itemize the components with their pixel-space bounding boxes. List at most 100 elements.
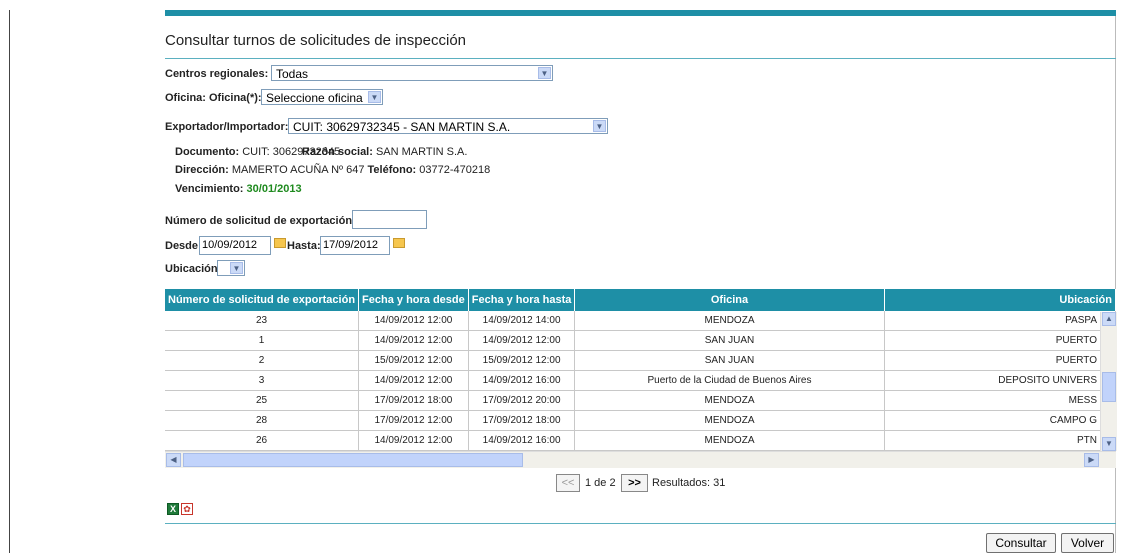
- results-table: Número de solicitud de exportación Fecha…: [165, 289, 1116, 451]
- hasta-input[interactable]: 17/09/2012: [320, 236, 390, 255]
- cell-numero: 3: [165, 370, 360, 391]
- cell-desde: 14/09/2012 12:00: [358, 311, 469, 331]
- cell-numero: 23: [165, 311, 360, 331]
- direccion-row: Dirección: MAMERTO ACUÑA Nº 647 Teléfono…: [175, 164, 490, 176]
- col-header-hasta[interactable]: Fecha y hora hasta: [468, 289, 576, 311]
- scroll-right-icon[interactable]: ▶: [1084, 453, 1099, 467]
- vencimiento-label: Vencimiento:: [175, 183, 244, 195]
- numero-input[interactable]: [352, 210, 427, 229]
- col-header-oficina[interactable]: Oficina: [574, 289, 885, 311]
- table-row[interactable]: 28 17/09/2012 12:00 17/09/2012 18:00 MEN…: [165, 410, 1116, 431]
- excel-export-icon[interactable]: X: [167, 503, 179, 515]
- cell-hasta: 14/09/2012 16:00: [468, 370, 576, 391]
- cell-hasta: 14/09/2012 14:00: [468, 311, 576, 331]
- col-header-desde[interactable]: Fecha y hora desde: [358, 289, 469, 311]
- cell-hasta: 14/09/2012 16:00: [468, 430, 576, 451]
- direccion-label: Dirección:: [175, 164, 229, 176]
- page-title: Consultar turnos de solicitudes de inspe…: [165, 32, 467, 49]
- desde-input[interactable]: 10/09/2012: [199, 236, 271, 255]
- pager-next-button[interactable]: >>: [621, 474, 648, 492]
- cell-desde: 17/09/2012 18:00: [358, 390, 469, 411]
- cell-desde: 15/09/2012 12:00: [358, 350, 469, 371]
- cell-oficina: MENDOZA: [574, 311, 885, 331]
- direccion-value: MAMERTO ACUÑA Nº 647: [231, 164, 365, 176]
- cell-oficina: SAN JUAN: [574, 330, 885, 351]
- numero-label: Número de solicitud de exportación:: [165, 215, 356, 227]
- cell-numero: 1: [165, 330, 360, 351]
- cell-desde: 14/09/2012 12:00: [358, 430, 469, 451]
- telefono-value: 03772-470218: [419, 164, 491, 176]
- cell-numero: 26: [165, 430, 360, 451]
- oficina-select[interactable]: Seleccione oficina ▼: [261, 89, 383, 105]
- ubicacion-label: Ubicación:: [165, 263, 222, 275]
- exportador-value: CUIT: 30629732345 - SAN MARTIN S.A.: [293, 120, 511, 134]
- chevron-down-icon[interactable]: ▼: [593, 120, 606, 132]
- cell-desde: 17/09/2012 12:00: [358, 410, 469, 431]
- pager-prev-button[interactable]: <<: [556, 474, 580, 492]
- pager-results: Resultados: 31: [652, 477, 726, 489]
- calendar-icon[interactable]: [274, 238, 286, 248]
- vencimiento-row: Vencimiento: 30/01/2013: [175, 183, 302, 195]
- table-row[interactable]: 25 17/09/2012 18:00 17/09/2012 20:00 MEN…: [165, 390, 1116, 411]
- table-row[interactable]: 1 14/09/2012 12:00 14/09/2012 12:00 SAN …: [165, 330, 1116, 351]
- cell-ubicacion: MESS: [884, 390, 1116, 411]
- right-frame-scrollbar[interactable]: [1115, 10, 1128, 553]
- table-vertical-scrollbar[interactable]: ▲ ▼: [1100, 312, 1117, 451]
- table-row[interactable]: 26 14/09/2012 12:00 14/09/2012 16:00 MEN…: [165, 430, 1116, 451]
- desde-label: Desde:: [165, 240, 202, 252]
- cell-oficina: SAN JUAN: [574, 350, 885, 371]
- pdf-export-icon[interactable]: ✿: [181, 503, 193, 515]
- chevron-down-icon[interactable]: ▼: [230, 262, 243, 274]
- consultar-button[interactable]: Consultar: [986, 533, 1056, 553]
- centros-label: Centros regionales:: [165, 68, 269, 80]
- pager-page-text: 1 de 2: [585, 477, 616, 489]
- volver-button[interactable]: Volver: [1061, 533, 1114, 553]
- title-divider: [165, 58, 1116, 59]
- footer-divider: [165, 523, 1116, 524]
- razon-label: Razón social:: [302, 146, 373, 158]
- table-row[interactable]: 2 15/09/2012 12:00 15/09/2012 12:00 SAN …: [165, 350, 1116, 371]
- ubicacion-select[interactable]: ▼: [217, 260, 245, 276]
- chevron-down-icon[interactable]: ▼: [368, 91, 381, 103]
- calendar-icon[interactable]: [393, 238, 405, 248]
- scroll-down-icon[interactable]: ▼: [1102, 437, 1116, 451]
- cell-oficina: Puerto de la Ciudad de Buenos Aires: [574, 370, 885, 391]
- table-horizontal-scrollbar[interactable]: ◀ ▶: [165, 451, 1116, 468]
- centros-select[interactable]: Todas ▼: [271, 65, 553, 81]
- cell-hasta: 14/09/2012 12:00: [468, 330, 576, 351]
- cell-hasta: 15/09/2012 12:00: [468, 350, 576, 371]
- left-frame: [0, 10, 10, 553]
- razon-row: Razón social: SAN MARTIN S.A.: [302, 146, 467, 158]
- scroll-thumb[interactable]: [1102, 372, 1116, 402]
- cell-numero: 25: [165, 390, 360, 411]
- col-header-numero[interactable]: Número de solicitud de exportación: [165, 289, 360, 311]
- cell-hasta: 17/09/2012 18:00: [468, 410, 576, 431]
- window-top: [0, 0, 1128, 10]
- hasta-label: Hasta:: [287, 240, 321, 252]
- cell-ubicacion: PASPA: [884, 311, 1116, 331]
- cell-hasta: 17/09/2012 20:00: [468, 390, 576, 411]
- cell-ubicacion: CAMPO G: [884, 410, 1116, 431]
- oficina-value: Seleccione oficina: [266, 91, 363, 105]
- results-grid: Número de solicitud de exportación Fecha…: [165, 289, 1116, 464]
- cell-numero: 28: [165, 410, 360, 431]
- scroll-left-icon[interactable]: ◀: [166, 453, 181, 467]
- cell-oficina: MENDOZA: [574, 410, 885, 431]
- cell-ubicacion: DEPOSITO UNIVERS: [884, 370, 1116, 391]
- cell-desde: 14/09/2012 12:00: [358, 330, 469, 351]
- cell-oficina: MENDOZA: [574, 390, 885, 411]
- centros-value: Todas: [276, 67, 309, 81]
- scroll-thumb[interactable]: [183, 453, 523, 467]
- exportador-label: Exportador/Importador:: [165, 121, 289, 133]
- vencimiento-value: 30/01/2013: [246, 183, 302, 195]
- col-header-ubicacion[interactable]: Ubicación: [884, 289, 1116, 311]
- exportador-select[interactable]: CUIT: 30629732345 - SAN MARTIN S.A. ▼: [288, 118, 608, 134]
- oficina-label: Oficina: Oficina(*):: [165, 92, 262, 104]
- razon-value: SAN MARTIN S.A.: [375, 146, 468, 158]
- scroll-up-icon[interactable]: ▲: [1102, 312, 1116, 326]
- table-row[interactable]: 23 14/09/2012 12:00 14/09/2012 14:00 MEN…: [165, 311, 1116, 331]
- table-row[interactable]: 3 14/09/2012 12:00 14/09/2012 16:00 Puer…: [165, 370, 1116, 391]
- cell-ubicacion: PTN: [884, 430, 1116, 451]
- chevron-down-icon[interactable]: ▼: [538, 67, 551, 79]
- documento-label: Documento:: [175, 146, 240, 158]
